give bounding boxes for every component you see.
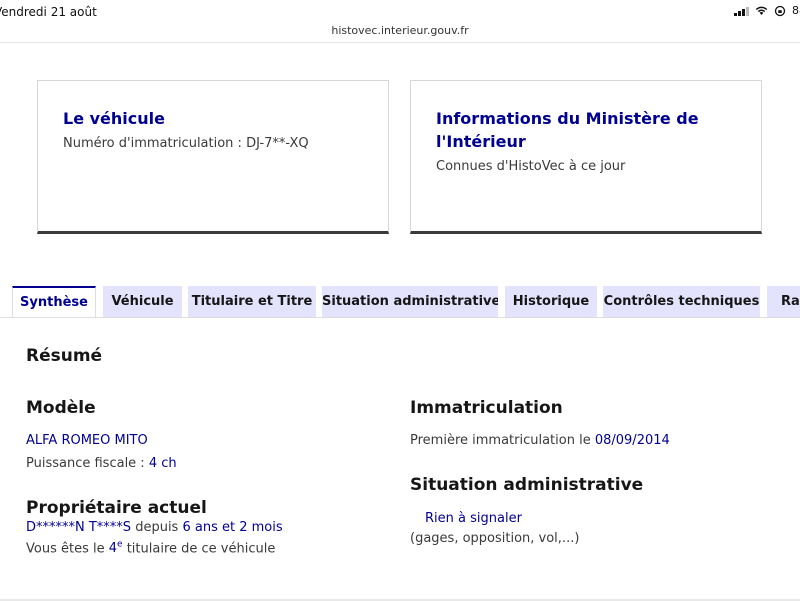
registration-heading: Immatriculation — [410, 398, 563, 418]
card-description: Numéro d'immatriculation : DJ-7**-XQ — [63, 136, 309, 151]
status-bar: Vendredi 21 août 88 — [0, 0, 800, 22]
model-heading: Modèle — [26, 398, 96, 418]
tab-synthese[interactable]: Synthèse — [12, 286, 96, 318]
model-name: ALFA ROMEO MITO — [26, 433, 148, 448]
ministry-card: Informations du Ministère de l'Intérieur… — [410, 80, 762, 234]
synthese-panel: Résumé Modèle ALFA ROMEO MITO Puissance … — [0, 317, 800, 601]
tab-historique[interactable]: Historique — [505, 286, 597, 318]
tab-bar: Synthèse Véhicule Titulaire et Titre Sit… — [12, 286, 800, 318]
first-registration-label: Première immatriculation le — [410, 433, 591, 448]
tab-situation-administrative[interactable]: Situation administrative — [322, 286, 498, 318]
card-title: Informations du Ministère de l'Intérieur — [436, 109, 699, 151]
summary-heading: Résumé — [26, 346, 103, 366]
admin-details: (gages, opposition, vol,...) — [410, 531, 580, 546]
wifi-icon — [755, 6, 768, 15]
owner-rank-suffix: titulaire de ce véhicule — [126, 541, 276, 557]
fiscal-power-value: 4 ch — [148, 456, 177, 471]
fiscal-power-label: Puissance fiscale : — [26, 456, 145, 471]
owner-rank-prefix: Vous êtes le — [26, 541, 105, 557]
owner-heading: Propriétaire actuel — [26, 498, 207, 518]
card-title: Le véhicule — [63, 109, 165, 128]
tab-vehicule[interactable]: Véhicule — [103, 286, 182, 318]
status-icons: 88 — [734, 4, 800, 17]
first-registration-date: 08/09/2014 — [594, 433, 670, 448]
tab-rapport[interactable]: Rapport — [767, 286, 800, 318]
admin-heading: Situation administrative — [410, 475, 644, 495]
owner-name: D******N T****S — [26, 520, 132, 535]
owner-rank-value: 4e — [108, 540, 123, 557]
divider — [0, 42, 800, 43]
signal-icon — [734, 6, 749, 16]
status-time: Vendredi 21 août — [0, 5, 97, 19]
owner-line: D******N T****S depuis 6 ans et 2 mois — [26, 520, 283, 535]
card-description: Connues d'HistoVec à ce jour — [436, 159, 626, 174]
owner-rank: Vous êtes le 4e titulaire de ce véhicule — [26, 540, 275, 556]
owner-since-label: depuis — [135, 520, 179, 535]
first-registration: Première immatriculation le 08/09/2014 — [410, 433, 670, 448]
orientation-lock-icon — [774, 5, 786, 16]
fiscal-power: Puissance fiscale : 4 ch — [26, 456, 177, 471]
tab-controles-techniques[interactable]: Contrôles techniques — [603, 286, 760, 318]
tab-titulaire-titre[interactable]: Titulaire et Titre — [188, 286, 316, 318]
battery-level: 88 — [792, 4, 800, 17]
url-bar[interactable]: histovec.interieur.gouv.fr — [0, 24, 800, 37]
vehicle-card: Le véhicule Numéro d'immatriculation : D… — [37, 80, 389, 234]
owner-since-value: 6 ans et 2 mois — [182, 520, 283, 535]
admin-status: Rien à signaler — [425, 511, 522, 526]
